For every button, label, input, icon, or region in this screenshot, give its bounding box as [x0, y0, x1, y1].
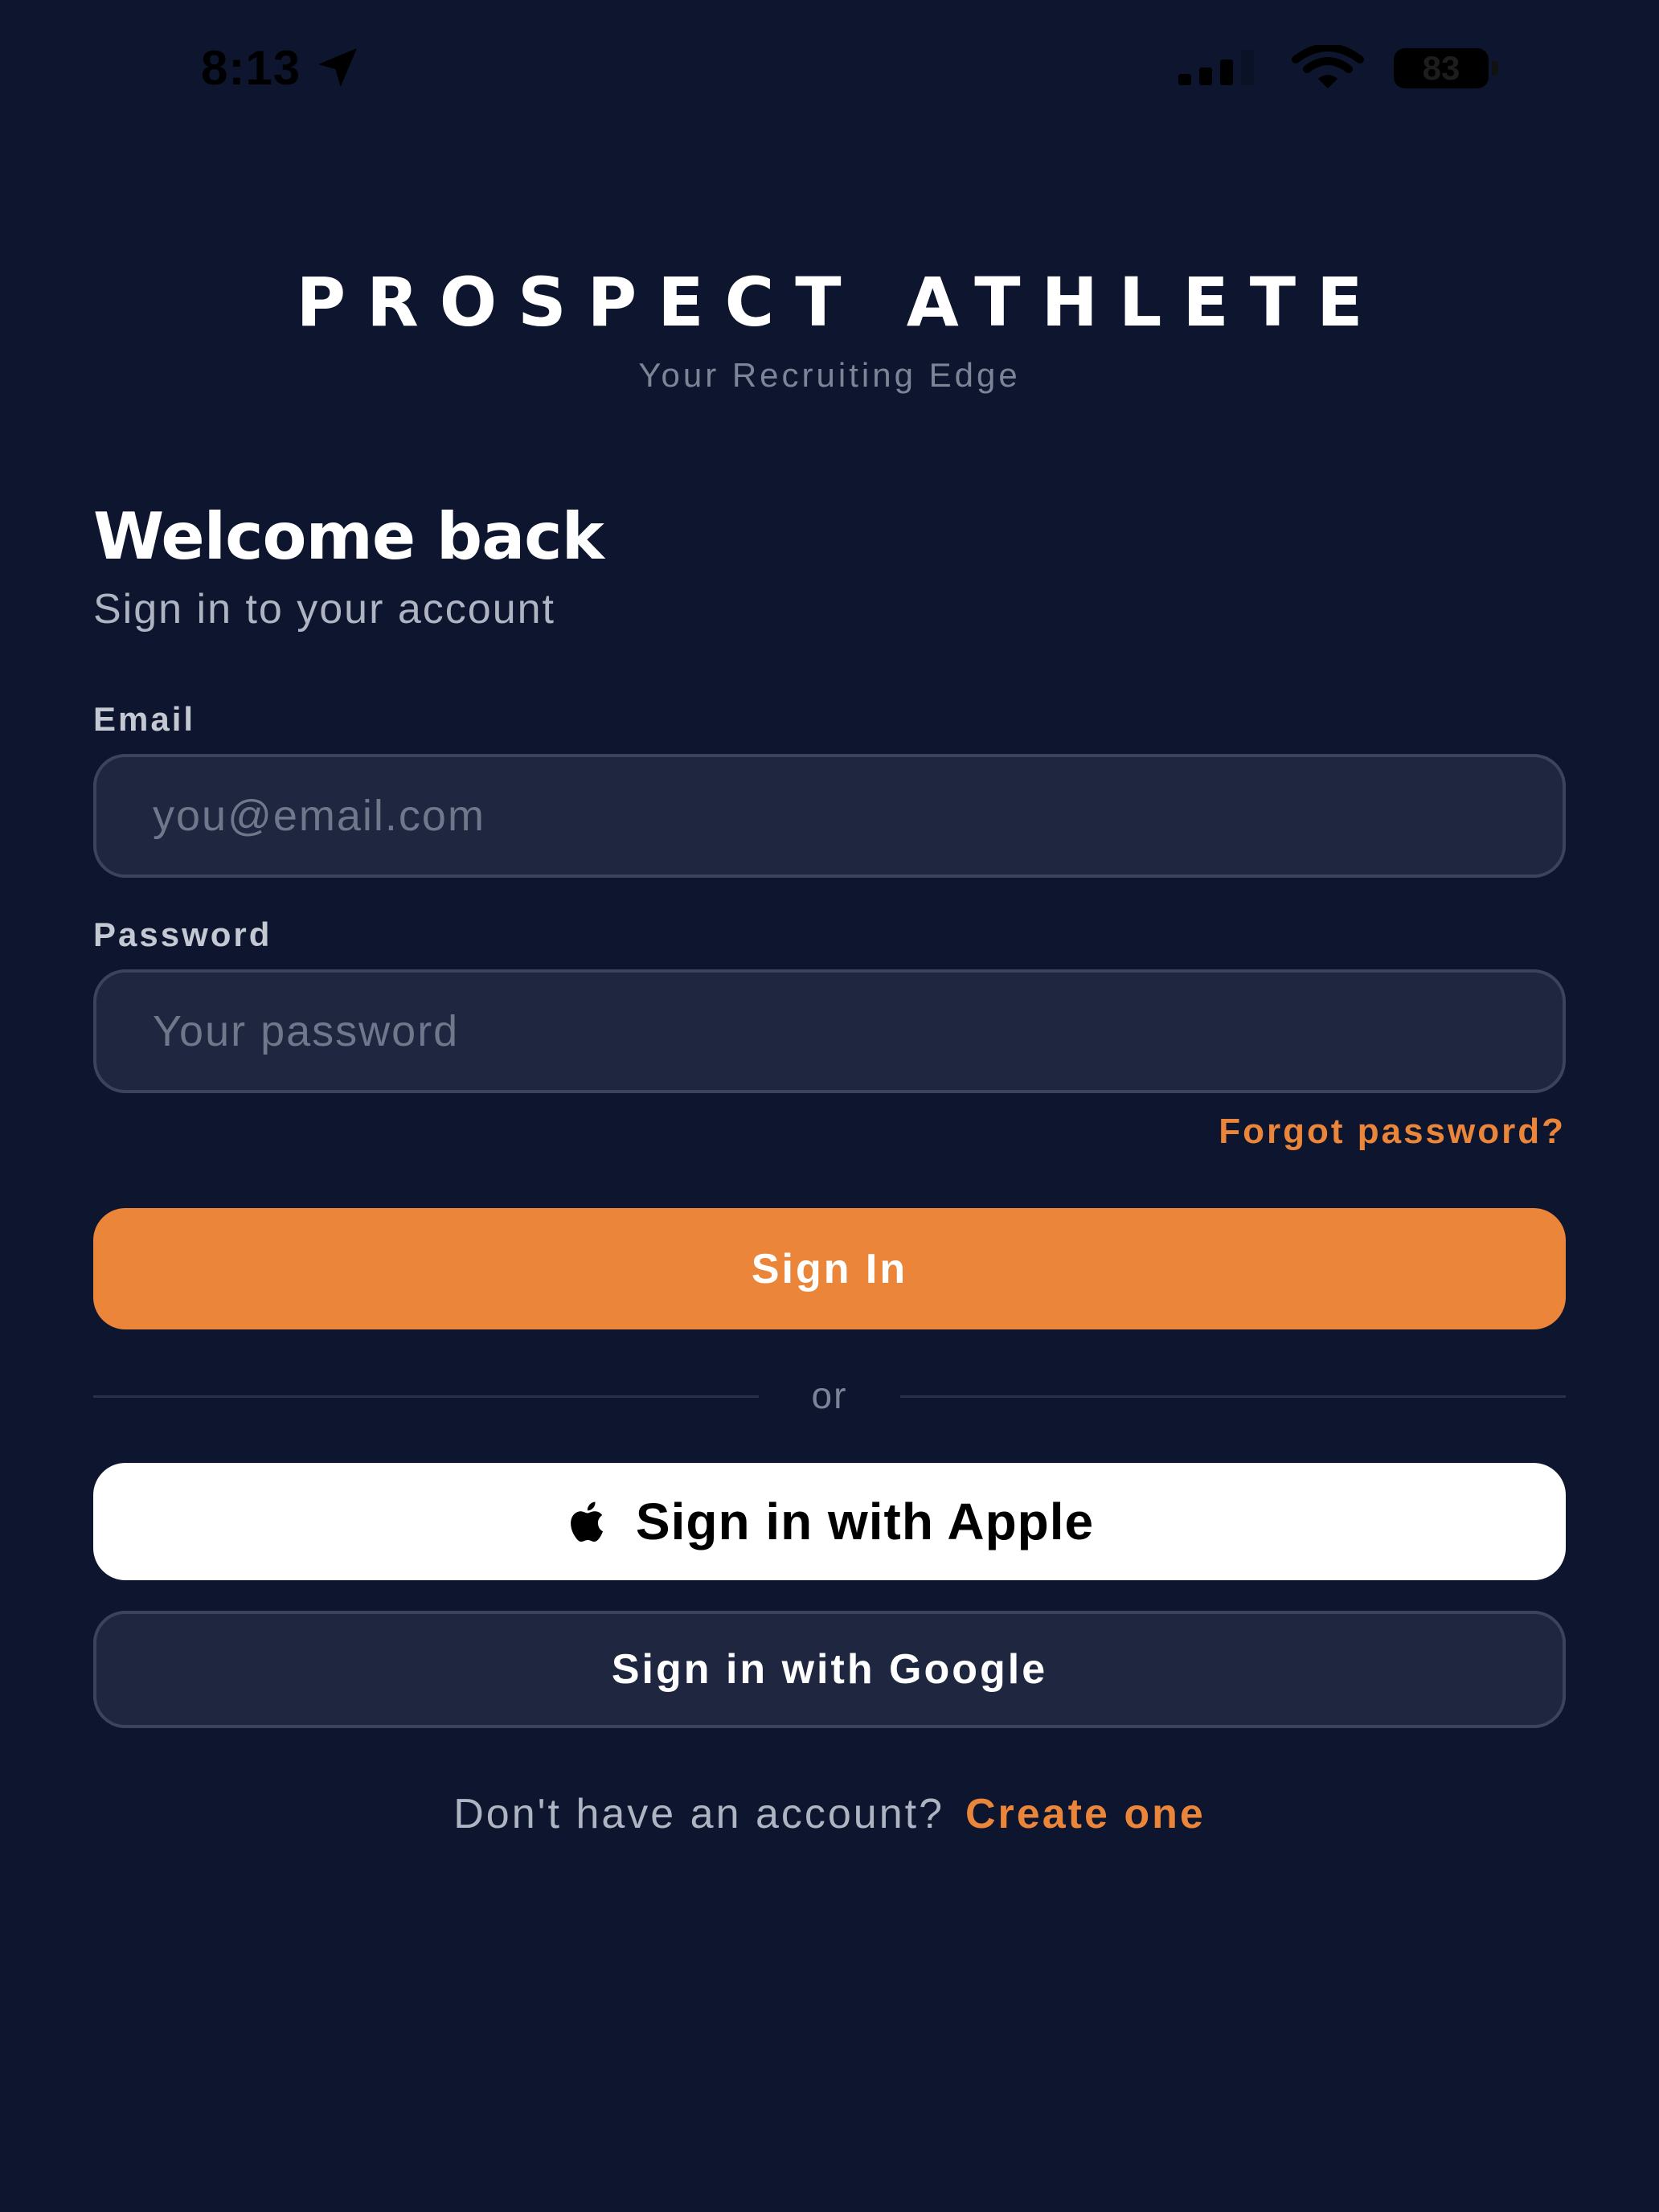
sign-in-button-label: Sign In — [751, 1245, 908, 1292]
battery-level: 83 — [1422, 49, 1460, 87]
apple-logo-icon — [570, 1501, 603, 1542]
email-field[interactable] — [93, 754, 1566, 878]
password-field[interactable] — [93, 969, 1566, 1093]
password-label: Password — [93, 916, 272, 953]
page-title: Welcome back — [93, 499, 604, 574]
page-subtitle: Sign in to your account — [93, 586, 555, 633]
battery-icon: 83 — [1394, 48, 1489, 88]
email-label: Email — [93, 700, 196, 738]
signup-prompt-text: Don't have an account? — [453, 1791, 944, 1837]
forgot-password-link[interactable]: Forgot password? — [1219, 1109, 1566, 1154]
brand-title: PROSPECT ATHLETE — [296, 263, 1384, 342]
battery-cap — [1492, 61, 1498, 76]
create-account-link[interactable]: Create one — [965, 1786, 1206, 1842]
brand-subtitle: Your Recruiting Edge — [638, 356, 1021, 394]
google-button-label: Sign in with Google — [611, 1646, 1048, 1693]
sign-in-with-apple-button[interactable]: Sign in with Apple — [93, 1463, 1566, 1580]
status-time: 8:13 — [201, 39, 363, 96]
cellular-signal-icon — [1178, 50, 1254, 85]
divider-line-left — [93, 1395, 759, 1398]
status-time-text: 8:13 — [201, 40, 301, 95]
sign-in-button[interactable]: Sign In — [93, 1208, 1566, 1329]
sign-in-with-google-button[interactable]: Sign in with Google — [93, 1611, 1566, 1728]
apple-button-label: Sign in with Apple — [635, 1493, 1095, 1550]
wifi-icon — [1292, 45, 1364, 88]
divider-line-right — [900, 1395, 1566, 1398]
location-arrow-icon — [318, 48, 358, 87]
divider-label: or — [811, 1374, 848, 1416]
signup-prompt: Don't have an account? Create one — [0, 1786, 1659, 1842]
